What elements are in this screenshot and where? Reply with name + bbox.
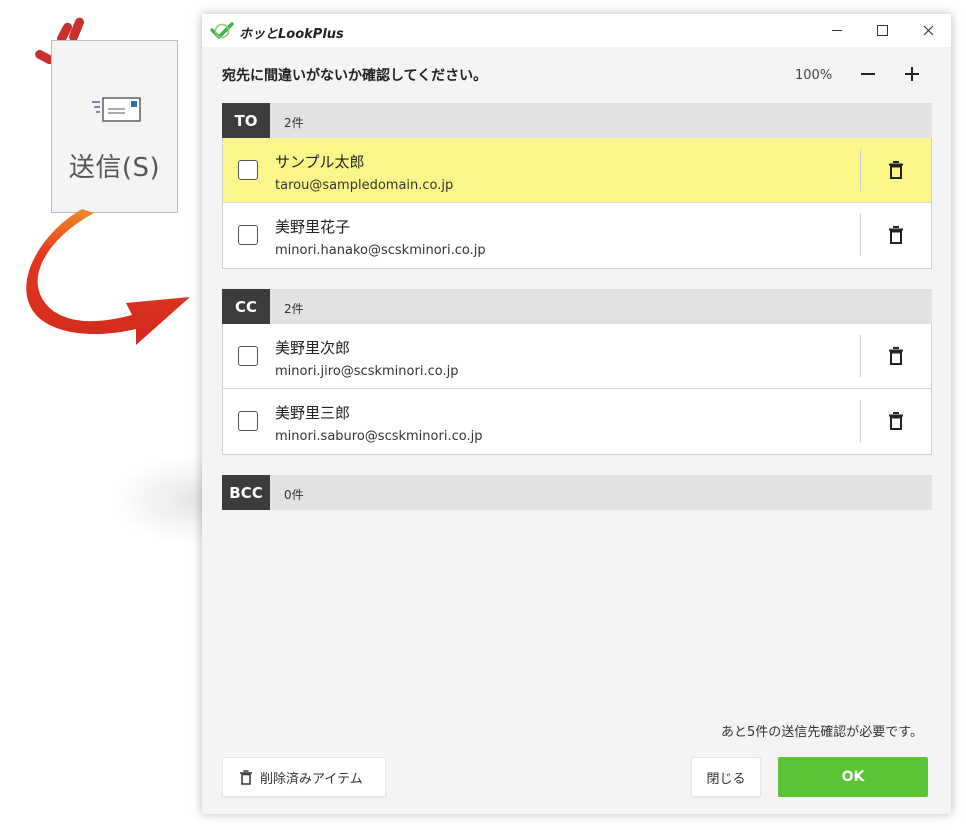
recipient-name: 美野里三郎	[275, 404, 351, 422]
close-icon	[923, 25, 933, 36]
to-section-header: TO 2件	[222, 103, 932, 138]
minus-icon	[861, 73, 875, 75]
emphasis-mark	[67, 16, 86, 43]
recipient-row[interactable]: 美野里花子 minori.hanako@scskminori.co.jp	[223, 203, 931, 268]
cc-tag: CC	[222, 289, 270, 324]
recipient-confirm-dialog: ホッとLookPlus 宛先に間違いがないか確認してください。 100% TO …	[202, 14, 951, 814]
recipient-email: tarou@sampledomain.co.jp	[275, 178, 454, 193]
app-title: ホッとLookPlus	[239, 27, 344, 42]
to-section: TO 2件 サンプル太郎 tarou@sampledomain.co.jp 美野…	[222, 103, 932, 269]
confirm-checkbox[interactable]	[238, 346, 258, 366]
to-count: 2件	[284, 116, 304, 130]
recipient-row[interactable]: 美野里次郎 minori.jiro@scskminori.co.jp	[223, 324, 931, 389]
recipient-name: 美野里次郎	[275, 339, 351, 357]
app-logo-icon	[210, 22, 234, 39]
send-button[interactable]: 送信(S)	[51, 40, 178, 213]
row-divider	[860, 149, 861, 191]
curved-arrow-icon	[26, 209, 190, 345]
close-button[interactable]: 閉じる	[691, 757, 761, 797]
cc-recipient-list: 美野里次郎 minori.jiro@scskminori.co.jp 美野里三郎…	[222, 324, 932, 455]
confirm-checkbox[interactable]	[238, 225, 258, 245]
deleted-items-label: 削除済みアイテム	[260, 771, 363, 787]
confirm-checkbox[interactable]	[238, 160, 258, 180]
instruction-text: 宛先に間違いがないか確認してください。	[222, 68, 488, 84]
recipient-row[interactable]: 美野里三郎 minori.saburo@scskminori.co.jp	[223, 389, 931, 454]
plus-icon	[905, 67, 919, 81]
trash-icon[interactable]	[886, 346, 906, 366]
recipient-row[interactable]: サンプル太郎 tarou@sampledomain.co.jp	[223, 138, 931, 203]
row-divider	[860, 335, 861, 377]
recipient-email: minori.hanako@scskminori.co.jp	[275, 243, 486, 258]
cc-count: 2件	[284, 302, 304, 316]
cc-section-header: CC 2件	[222, 289, 932, 324]
minimize-button[interactable]	[814, 14, 860, 47]
confirm-checkbox[interactable]	[238, 411, 258, 431]
zoom-level: 100%	[795, 68, 833, 83]
maximize-button[interactable]	[859, 14, 905, 47]
deleted-items-button[interactable]: 削除済みアイテム	[222, 757, 386, 797]
zoom-out-button[interactable]	[856, 62, 880, 86]
bcc-section: BCC 0件	[222, 475, 932, 510]
remaining-count-message: あと5件の送信先確認が必要です。	[721, 725, 923, 740]
envelope-icon	[92, 97, 141, 122]
to-recipient-list: サンプル太郎 tarou@sampledomain.co.jp 美野里花子 mi…	[222, 138, 932, 269]
recipient-email: minori.saburo@scskminori.co.jp	[275, 429, 483, 444]
trash-icon[interactable]	[886, 411, 906, 431]
recipient-name: 美野里花子	[275, 218, 351, 236]
ok-button[interactable]: OK	[778, 757, 928, 797]
bcc-count: 0件	[284, 488, 304, 502]
recipient-email: minori.jiro@scskminori.co.jp	[275, 364, 459, 379]
bcc-section-header: BCC 0件	[222, 475, 932, 510]
to-tag: TO	[222, 103, 270, 138]
trash-icon[interactable]	[886, 225, 906, 245]
trash-icon[interactable]	[886, 160, 906, 180]
row-divider	[860, 214, 861, 256]
trash-icon	[240, 769, 252, 785]
send-button-label: 送信(S)	[68, 153, 161, 183]
bcc-tag: BCC	[222, 475, 270, 510]
close-window-button[interactable]	[905, 14, 951, 47]
title-bar[interactable]: ホッとLookPlus	[202, 14, 951, 47]
recipient-name: サンプル太郎	[275, 153, 365, 171]
zoom-in-button[interactable]	[900, 62, 924, 86]
row-divider	[860, 400, 861, 442]
cc-section: CC 2件 美野里次郎 minori.jiro@scskminori.co.jp…	[222, 289, 932, 455]
